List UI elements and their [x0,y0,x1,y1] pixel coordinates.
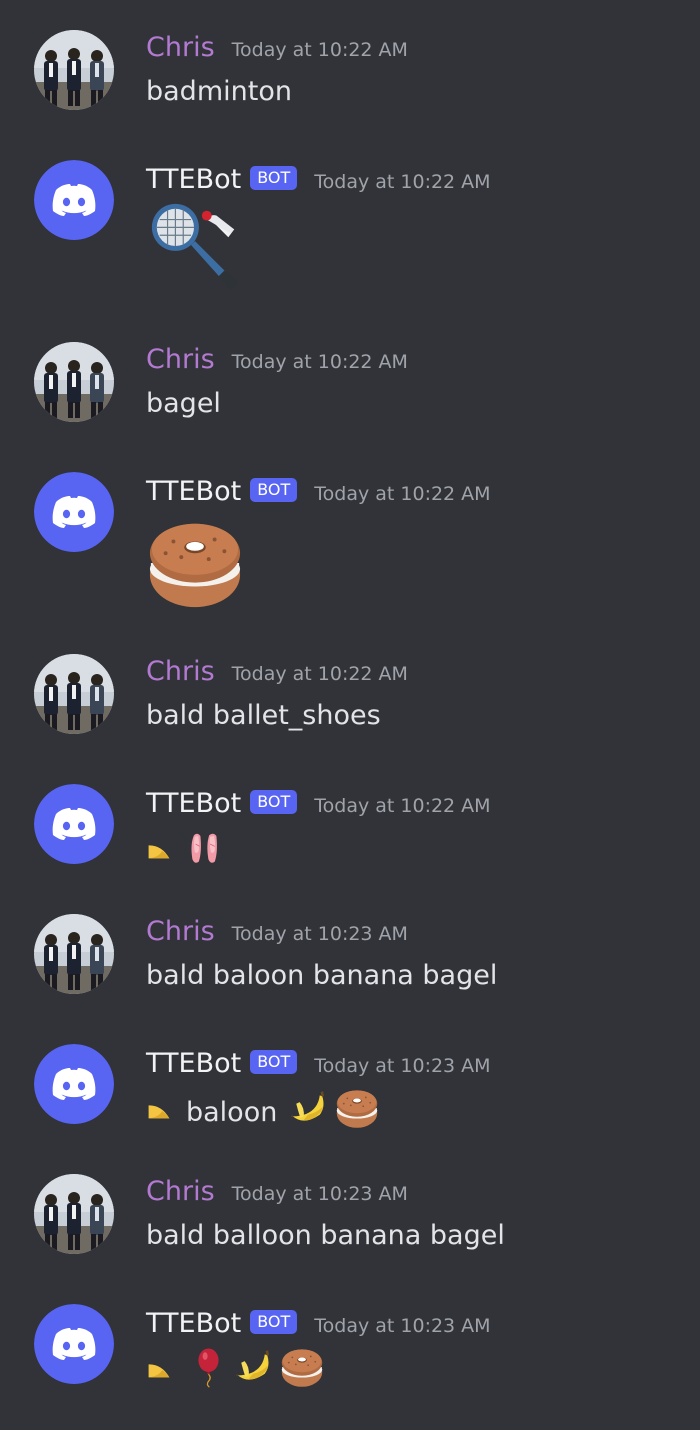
timestamp: Today at 10:23 AM [314,1055,491,1077]
banana-icon[interactable] [287,1087,329,1139]
chris-avatar[interactable] [34,654,114,734]
tteb ot-avatar[interactable] [34,1304,114,1384]
timestamp: Today at 10:22 AM [231,39,408,61]
message-header: Chris Today at 10:22 AM [146,342,408,378]
tteb ot-avatar[interactable] [34,472,114,552]
bald-icon[interactable] [146,1095,172,1131]
message-header: Chris Today at 10:22 AM [146,654,408,690]
message-text: bald balloon banana bagel [146,1220,505,1251]
bagel-icon[interactable] [280,1345,324,1399]
message-text: bald ballet_shoes [146,700,381,731]
message-header: TTEBot BOT Today at 10:22 AM [146,162,491,198]
username[interactable]: Chris [146,342,215,378]
timestamp: Today at 10:22 AM [314,483,491,505]
bot-badge: BOT [250,790,298,814]
username[interactable]: Chris [146,914,215,950]
tteb ot-avatar[interactable] [34,1044,114,1124]
chris-avatar[interactable] [34,30,114,110]
timestamp: Today at 10:22 AM [231,663,408,685]
chris-avatar[interactable] [34,342,114,422]
banana-icon[interactable] [232,1346,274,1398]
timestamp: Today at 10:22 AM [314,171,491,193]
ballet-shoes-icon[interactable] [186,826,226,880]
message-header: TTEBot BOT Today at 10:23 AM [146,1046,491,1082]
timestamp: Today at 10:22 AM [231,351,408,373]
username[interactable]: TTEBot [146,786,241,822]
bagel-icon[interactable] [146,514,244,622]
bot-badge: BOT [250,1050,298,1074]
username[interactable]: Chris [146,654,215,690]
message-text: baloon [186,1097,278,1128]
bot-badge: BOT [250,1310,298,1334]
message-header: Chris Today at 10:22 AM [146,30,408,66]
timestamp: Today at 10:22 AM [314,795,491,817]
message-text: badminton [146,76,292,107]
username[interactable]: TTEBot [146,1306,241,1342]
message-emojis [146,826,226,880]
message-header: Chris Today at 10:23 AM [146,1174,408,1210]
username[interactable]: Chris [146,1174,215,1210]
username[interactable]: TTEBot [146,474,241,510]
badminton-icon[interactable] [146,198,244,306]
bald-icon[interactable] [146,1354,172,1390]
message-header: TTEBot BOT Today at 10:22 AM [146,786,491,822]
chat-message-list: Chris Today at 10:22 AM badminton TTEBot… [0,0,700,1430]
message-emojis [146,514,244,622]
message-header: TTEBot BOT Today at 10:23 AM [146,1306,491,1342]
message-text: bagel [146,388,221,419]
tteb ot-avatar[interactable] [34,784,114,864]
bald-icon[interactable] [146,835,172,871]
chris-avatar[interactable] [34,1174,114,1254]
bot-badge: BOT [250,478,298,502]
message-emojis: baloon [146,1086,379,1140]
message-header: TTEBot BOT Today at 10:22 AM [146,474,491,510]
message-text: bald baloon banana bagel [146,960,498,991]
bagel-icon[interactable] [335,1086,379,1140]
message-emojis [146,1342,324,1402]
chris-avatar[interactable] [34,914,114,994]
balloon-icon[interactable] [190,1342,232,1402]
bot-badge: BOT [250,166,298,190]
timestamp: Today at 10:23 AM [314,1315,491,1337]
username[interactable]: TTEBot [146,1046,241,1082]
timestamp: Today at 10:23 AM [231,923,408,945]
username[interactable]: TTEBot [146,162,241,198]
username[interactable]: Chris [146,30,215,66]
message-header: Chris Today at 10:23 AM [146,914,408,950]
message-emojis [146,198,244,306]
timestamp: Today at 10:23 AM [231,1183,408,1205]
tteb ot-avatar[interactable] [34,160,114,240]
